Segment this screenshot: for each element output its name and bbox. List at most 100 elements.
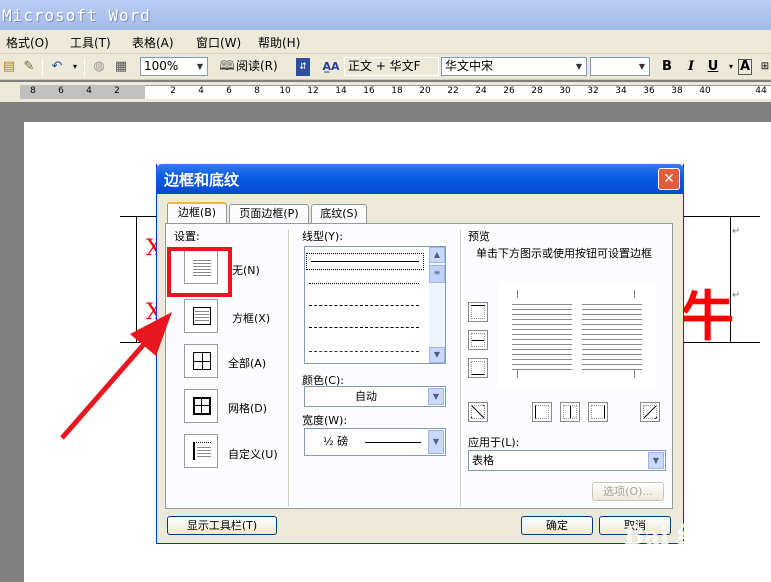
line-style-solid[interactable] <box>311 261 419 262</box>
preview-line <box>582 309 642 310</box>
font-combo[interactable]: 华文中宋 ▼ <box>441 57 587 76</box>
preview-line <box>512 349 572 350</box>
preview-line <box>582 304 642 305</box>
options-button[interactable]: 选项(O)... <box>592 482 664 501</box>
menu-format[interactable]: 格式(O) <box>6 34 49 51</box>
preview-line <box>582 369 642 370</box>
preview-line <box>582 314 642 315</box>
scroll-up-icon[interactable]: ▲ <box>429 247 445 263</box>
window-title: Microsoft Word <box>2 6 151 25</box>
line-style-dash-dot[interactable] <box>309 351 419 352</box>
setting-grid-label[interactable]: 网格(D) <box>228 400 267 416</box>
border-right-button[interactable] <box>588 402 608 422</box>
preview-line <box>582 319 642 320</box>
ok-button[interactable]: 确定 <box>521 516 593 535</box>
undo-dropdown-icon[interactable]: ▾ <box>66 58 84 76</box>
border-box-icon[interactable] <box>184 299 218 333</box>
preview-line <box>512 354 572 355</box>
border-top-button[interactable] <box>468 302 488 322</box>
ruler-number: 24 <box>475 86 487 96</box>
tab-panel: 设置: 无(N) 方框(X) 全部(A) 网格(D) 自定义(U) 线型(Y): <box>165 223 673 509</box>
menu-table[interactable]: 表格(A) <box>132 34 174 51</box>
menu-window[interactable]: 窗口(W) <box>196 34 241 51</box>
underline-button[interactable]: U <box>704 57 722 76</box>
more-icon[interactable]: ⊞ <box>756 58 771 76</box>
tab-borders[interactable]: 边框(B) <box>167 202 227 224</box>
undo-icon[interactable]: ↶ <box>48 58 66 76</box>
ruler-number: 40 <box>699 86 711 96</box>
preview-line <box>582 324 642 325</box>
ruler-number: 34 <box>615 86 627 96</box>
preview-line <box>512 314 572 315</box>
border-preview[interactable] <box>498 282 656 388</box>
width-label: 宽度(W): <box>302 414 348 427</box>
border-diag-down-button[interactable] <box>468 402 488 422</box>
border-all-icon[interactable] <box>184 344 218 378</box>
paste-icon[interactable]: ▤ <box>0 58 18 76</box>
ruler-number: 44 <box>755 86 767 96</box>
ruler-number: 8 <box>30 86 36 96</box>
hyperlink-icon[interactable]: ◍ <box>90 58 108 76</box>
tab-page-border[interactable]: 页面边框(P) <box>229 204 309 223</box>
table-icon[interactable]: ▦ <box>112 58 130 76</box>
zoom-value: 100% <box>144 59 179 73</box>
preview-line <box>512 319 572 320</box>
italic-button[interactable]: I <box>682 57 700 76</box>
ruler-number: 26 <box>503 86 515 96</box>
dialog-title: 边框和底纹 <box>164 171 240 189</box>
scroll-down-icon[interactable]: ▼ <box>429 347 445 363</box>
ruler-number: 4 <box>86 86 92 96</box>
preview-line <box>582 359 642 360</box>
styles-icon[interactable]: A̲A <box>322 58 340 76</box>
read-button[interactable]: 阅读(R) <box>236 57 278 76</box>
border-middle-button[interactable] <box>468 330 488 350</box>
border-diag-up-button[interactable] <box>640 402 660 422</box>
border-center-button[interactable] <box>560 402 580 422</box>
border-grid-icon[interactable] <box>184 389 218 423</box>
ruler-number: 14 <box>335 86 347 96</box>
read-mode-icon: 🕮 <box>219 59 235 74</box>
close-icon[interactable]: ✕ <box>658 168 680 190</box>
line-style-scrollbar[interactable]: ▲ ≡ ▼ <box>429 247 445 363</box>
ruler-number: 2 <box>170 86 176 96</box>
format-painter-icon[interactable]: ✎ <box>20 58 38 76</box>
scroll-thumb[interactable]: ≡ <box>429 265 445 283</box>
bold-button[interactable]: B <box>658 57 676 76</box>
font-size-combo[interactable]: ▼ <box>590 57 650 76</box>
setting-box-label[interactable]: 方框(X) <box>232 310 270 326</box>
menu-tools[interactable]: 工具(T) <box>70 34 111 51</box>
preview-corner <box>634 370 642 378</box>
menu-help[interactable]: 帮助(H) <box>258 34 300 51</box>
width-select[interactable]: ½ 磅 ▼ <box>304 428 446 456</box>
preview-corner <box>510 290 518 298</box>
apply-to-select[interactable]: 表格 ▼ <box>468 450 666 471</box>
setting-custom-label[interactable]: 自定义(U) <box>228 446 278 462</box>
zoom-combo[interactable]: 100% ▼ <box>140 57 208 76</box>
color-select[interactable]: 自动 ▼ <box>304 386 446 407</box>
preview-line <box>582 349 642 350</box>
settings-label: 设置: <box>174 230 200 243</box>
style-combo[interactable]: 正文 + 华文F <box>344 57 439 76</box>
setting-all-label[interactable]: 全部(A) <box>228 355 266 371</box>
line-style-dotted[interactable] <box>309 283 419 284</box>
line-style-list[interactable]: ▲ ≡ ▼ <box>304 246 446 364</box>
border-left-button[interactable] <box>532 402 552 422</box>
setting-none-label[interactable]: 无(N) <box>232 262 260 278</box>
ruler-number: 20 <box>419 86 431 96</box>
dialog-titlebar[interactable]: 边框和底纹 ✕ <box>156 164 684 194</box>
tab-shading[interactable]: 底纹(S) <box>311 204 367 223</box>
show-toolbar-button[interactable]: 显示工具栏(T) <box>167 516 277 535</box>
border-bottom-button[interactable] <box>468 358 488 378</box>
font-value: 华文中宋 <box>445 59 494 73</box>
ruler-number: 32 <box>587 86 599 96</box>
ruler-number: 16 <box>363 86 375 96</box>
preview-line <box>512 364 572 365</box>
font-color-button[interactable]: A <box>738 59 752 75</box>
line-style-dashed[interactable] <box>309 327 419 328</box>
toolbar-options-icon[interactable]: ⇵ <box>296 58 310 76</box>
width-value: ½ 磅 <box>323 435 349 448</box>
border-custom-icon[interactable] <box>184 434 218 468</box>
line-style-dashed-small[interactable] <box>309 305 419 306</box>
horizontal-ruler[interactable]: 8 6 4 2 2 4 6 8 10 12 14 16 18 20 22 24 26 28 30 32 34 36 38 40… <box>0 82 771 102</box>
menu-bar: 格式(O) 工具(T) 表格(A) 窗口(W) 帮助(H) <box>0 30 771 54</box>
